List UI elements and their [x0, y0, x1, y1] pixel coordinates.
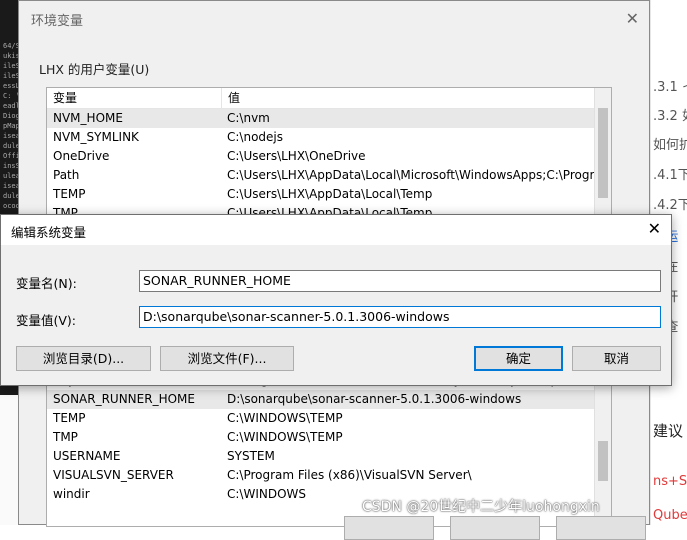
env-button[interactable]: [556, 516, 646, 540]
var-value-cell: C:\WINDOWS\TEMP: [227, 430, 343, 444]
ok-button[interactable]: 确定: [474, 346, 563, 371]
var-name-input[interactable]: SONAR_RUNNER_HOME: [139, 270, 661, 292]
var-name-cell: OneDrive: [53, 149, 110, 163]
scrollbar[interactable]: [594, 88, 611, 216]
var-value-cell: C:\nodejs: [227, 130, 283, 144]
close-icon[interactable]: ✕: [626, 9, 639, 28]
background-page-text: .4.1下: [653, 168, 687, 183]
var-name-cell: windir: [53, 487, 90, 501]
var-name-cell: TEMP: [53, 411, 86, 425]
edit-system-var-dialog: 编辑系统变量 ✕ 变量名(N): SONAR_RUNNER_HOME 变量值(V…: [0, 214, 672, 386]
var-value-cell: D:\sonarqube\sonar-scanner-5.0.1.3006-wi…: [227, 392, 522, 406]
table-row[interactable]: OneDrive C:\Users\LHX\OneDrive: [47, 147, 611, 166]
table-row[interactable]: USERNAME SYSTEM: [47, 447, 611, 466]
var-name-cell: Path: [53, 168, 80, 182]
table-row[interactable]: TEMP C:\Users\LHX\AppData\Local\Temp: [47, 185, 611, 204]
background-page-text: .3.1 イ: [653, 80, 687, 95]
background-page-text: Qube: [653, 508, 687, 523]
var-value-cell: C:\Program Files (x86)\VisualSVN Server\: [227, 468, 472, 482]
watermark: CSDN @20世纪中二少年luohongxin: [362, 499, 600, 515]
var-name-cell: USERNAME: [53, 449, 121, 463]
var-value-cell: C:\Users\LHX\AppData\Local\Temp: [227, 187, 433, 201]
dialog-titlebar: 编辑系统变量 ✕: [1, 215, 671, 245]
background-page-text: ns+So: [653, 474, 687, 489]
background-page-text: .4.2下: [653, 198, 687, 213]
var-value-cell: C:\Users\LHX\OneDrive: [227, 149, 366, 163]
cancel-button[interactable]: 取消: [572, 346, 661, 371]
var-name-cell: VISUALSVN_SERVER: [53, 468, 174, 482]
column-header-name[interactable]: 变量: [47, 88, 222, 108]
var-value-cell: C:\WINDOWS: [227, 487, 307, 501]
edit-dialog-title: 编辑系统变量: [11, 225, 87, 240]
user-vars-list[interactable]: 变量 值 NVM_HOME C:\nvm NVM_SYMLINK C:\nodejs O…: [46, 87, 612, 217]
env-button[interactable]: [450, 516, 540, 540]
table-row[interactable]: Path C:\Users\LHX\AppData\Local\Microsoft…: [47, 166, 611, 185]
var-value-cell: SYSTEM: [227, 449, 275, 463]
browse-file-button[interactable]: 浏览文件(F)...: [160, 346, 294, 371]
list-header: 变量 值: [47, 88, 611, 109]
var-name-cell: NVM_HOME: [53, 111, 123, 125]
var-name-cell: NVM_SYMLINK: [53, 130, 139, 144]
background-page-text: 建议: [653, 422, 684, 440]
var-value-input[interactable]: D:\sonarqube\sonar-scanner-5.0.1.3006-wi…: [139, 306, 661, 328]
table-row[interactable]: SONAR_RUNNER_HOME D:\sonarqube\sonar-scan…: [47, 390, 611, 409]
var-name-cell: SONAR_RUNNER_HOME: [53, 392, 195, 406]
var-value-cell: C:\Users\LHX\AppData\Local\Microsoft\Win…: [227, 168, 605, 182]
var-value-cell: C:\nvm: [227, 111, 270, 125]
var-value-cell: C:\WINDOWS\TEMP: [227, 411, 343, 425]
column-header-value[interactable]: 值: [222, 88, 240, 108]
var-name-cell: TMP: [53, 430, 78, 444]
var-value-label: 变量值(V):: [16, 313, 77, 328]
browse-directory-button[interactable]: 浏览目录(D)...: [16, 346, 151, 371]
env-dialog-title: 环境变量: [31, 14, 84, 29]
background-page-text: 如何扩: [653, 138, 687, 153]
background-page-text: .3.2 如: [653, 109, 687, 124]
env-button[interactable]: [344, 516, 434, 540]
table-row[interactable]: NVM_HOME C:\nvm: [47, 109, 611, 128]
user-vars-label: LHX 的用户变量(U): [39, 62, 150, 77]
close-icon[interactable]: ✕: [648, 219, 661, 238]
table-row[interactable]: VISUALSVN_SERVER C:\Program Files (x86)\V…: [47, 466, 611, 485]
table-row[interactable]: TMP C:\WINDOWS\TEMP: [47, 428, 611, 447]
table-row[interactable]: NVM_SYMLINK C:\nodejs: [47, 128, 611, 147]
table-row[interactable]: TEMP C:\WINDOWS\TEMP: [47, 409, 611, 428]
var-name-label: 变量名(N):: [16, 276, 77, 291]
var-name-cell: TEMP: [53, 187, 86, 201]
